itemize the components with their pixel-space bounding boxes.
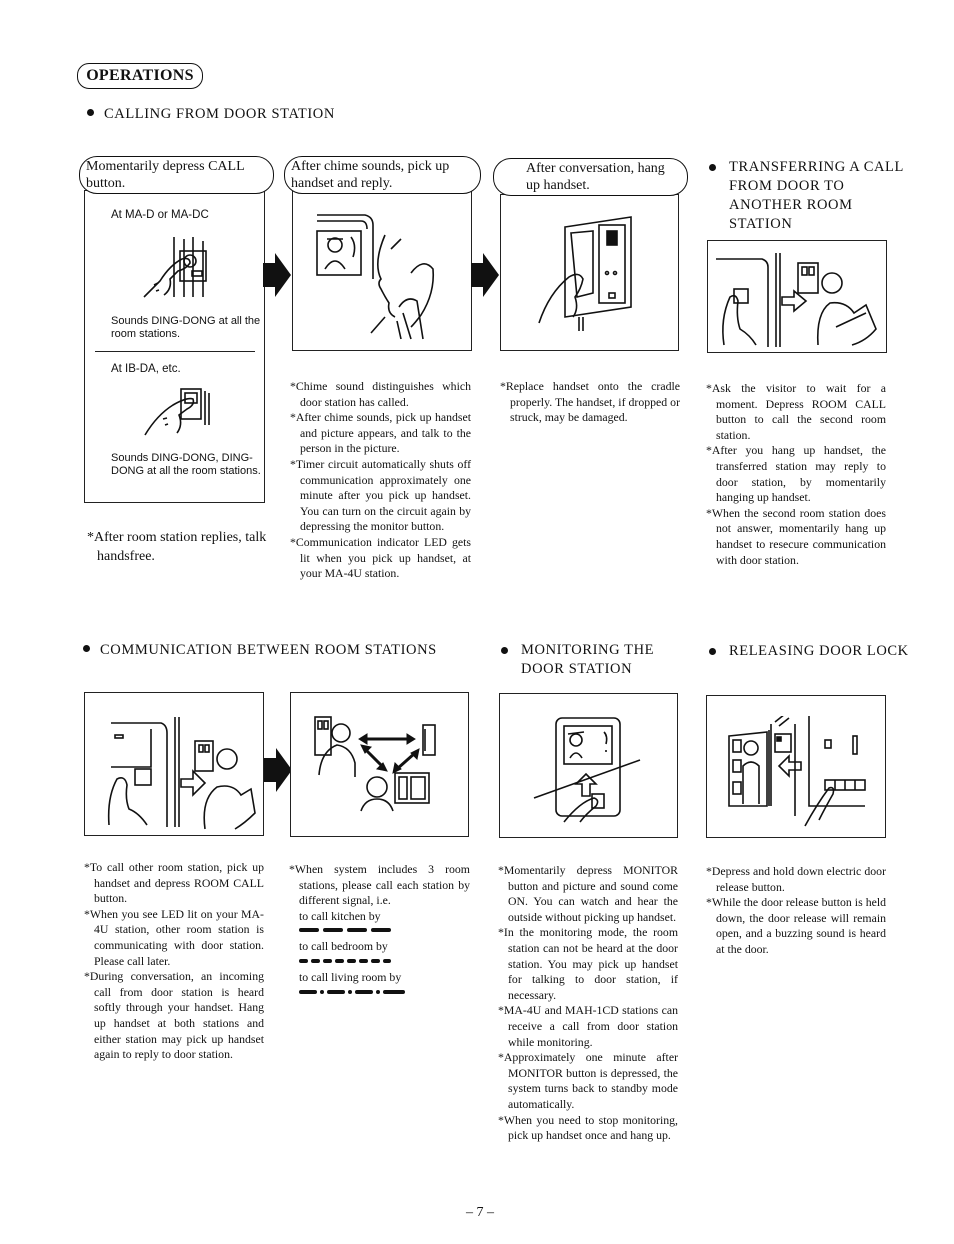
note-item: *Chime sound distinguishes which door st… [290, 379, 471, 409]
room-call-illustration [107, 717, 256, 830]
heading-text: TRANSFERRING A CALL FROM DOOR TO ANOTHER… [729, 159, 904, 232]
releasing-notes: *Depress and hold down electric door rel… [706, 864, 886, 958]
monitoring-panel [499, 693, 678, 838]
section-title: OPERATIONS [77, 63, 203, 89]
heading-text: RELEASING DOOR LOCK [729, 643, 909, 659]
step1-caption: Momentarily depress CALL button. [79, 156, 274, 194]
note-item: *After you hang up handset, the transfer… [706, 443, 886, 505]
note-item: *Communication indicator LED gets lit wh… [290, 534, 471, 581]
press-call-button-illustration [143, 237, 207, 298]
hang-up-handset-illustration [538, 216, 632, 331]
heading-text: MONITORING THE DOOR STATION [521, 642, 655, 677]
bullet-icon [87, 109, 94, 117]
step1-sub2-desc: Sounds DING-DONG, DING-DONG at all the r… [111, 452, 261, 477]
note-item: *To call other room station, pick up han… [84, 860, 264, 906]
transfer-call-illustration [716, 253, 877, 347]
heading-monitoring: MONITORING THE DOOR STATION [501, 641, 701, 679]
step2-caption: After chime sounds, pick up handset and … [284, 156, 481, 194]
note-item: *Momentarily depress MONITOR button and … [498, 863, 678, 924]
transferring-panel [707, 240, 887, 353]
note-item: *After chime sounds, pick up handset and… [290, 410, 471, 456]
note-item: *Depress and hold down electric door rel… [706, 864, 886, 894]
note-item: *During conversation, an incoming call f… [84, 969, 264, 1062]
heading-releasing-door-lock: RELEASING DOOR LOCK [709, 642, 909, 661]
communication-panel-2 [290, 692, 469, 837]
communication-notes-left: *To call other room station, pick up han… [84, 860, 264, 1063]
pick-up-handset-illustration [316, 214, 435, 340]
heading-transferring: TRANSFERRING A CALL FROM DOOR TO ANOTHER… [709, 158, 909, 234]
step1-sub2-label: At IB-DA, etc. [111, 363, 181, 375]
communication-notes-right: *When system includes 3 room stations, p… [289, 862, 470, 1001]
room-to-room-illustration [314, 716, 436, 812]
signal-living-room-pattern [299, 989, 405, 994]
step2-panel [292, 190, 472, 351]
releasing-panel [706, 695, 886, 838]
note-item: *Approximately one minute after MONITOR … [498, 1050, 678, 1111]
step1-note: *After room station replies, talk handsf… [87, 530, 267, 564]
heading-text: CALLING FROM DOOR STATION [104, 106, 335, 122]
note-item: *When the second room station does not a… [706, 505, 886, 567]
step3-notes: *Replace handset onto the cradle properl… [500, 379, 680, 426]
note-item: *MA-4U and MAH-1CD stations can receive … [498, 1003, 678, 1049]
divider [95, 351, 255, 352]
step1-sub1-label: At MA-D or MA-DC [111, 209, 209, 221]
page-number: – 7 – [466, 1205, 494, 1220]
step1-note-text: After room station replies, talk handsfr… [94, 530, 267, 564]
step1-sub1-desc: Sounds DING-DONG at all the room station… [111, 315, 261, 340]
note-item: *When you see LED lit on your MA-4U stat… [84, 906, 264, 968]
note-item: *When you need to stop monitoring, pick … [498, 1112, 678, 1143]
signal-bedroom-label: to call bedroom by [299, 939, 388, 954]
monitor-button-illustration [533, 717, 641, 823]
arrow-right-icon [263, 253, 291, 297]
bullet-icon [501, 647, 508, 654]
heading-communication-between-rooms: COMMUNICATION BETWEEN ROOM STATIONS [83, 641, 437, 660]
door-release-illustration [728, 716, 866, 827]
note-item: *Ask the visitor to wait for a moment. D… [706, 381, 886, 442]
monitoring-notes: *Momentarily depress MONITOR button and … [498, 863, 678, 1144]
note-item: *When system includes 3 room stations, p… [289, 862, 470, 908]
signal-bedroom-pattern [299, 958, 391, 963]
signal-kitchen-pattern [299, 928, 391, 933]
note-item: *In the monitoring mode, the room statio… [498, 925, 678, 1002]
note-item: *While the door release button is held d… [706, 895, 886, 956]
step3-panel [500, 194, 679, 351]
bullet-icon [709, 164, 716, 171]
arrow-right-icon [264, 748, 292, 792]
arrow-right-icon [471, 253, 499, 297]
bullet-icon [709, 648, 716, 655]
press-ib-da-button-illustration [144, 388, 210, 436]
signal-living-room-label: to call living room by [299, 969, 402, 984]
bullet-icon [83, 645, 90, 653]
heading-text: COMMUNICATION BETWEEN ROOM STATIONS [100, 642, 437, 658]
step3-caption: After conversation, hang up handset. [493, 158, 688, 196]
transferring-notes: *Ask the visitor to wait for a moment. D… [706, 381, 886, 568]
communication-panel-1 [84, 692, 264, 836]
note-item: *Timer circuit automatically shuts off c… [290, 456, 471, 534]
note-item: *Replace handset onto the cradle properl… [500, 379, 680, 425]
step1-panel: At MA-D or MA-DC Sounds DING-DONG at all… [84, 190, 265, 503]
signal-kitchen-label: to call kitchen by [299, 908, 381, 923]
heading-calling-from-door-station: CALLING FROM DOOR STATION [87, 105, 335, 124]
step2-notes: *Chime sound distinguishes which door st… [290, 379, 471, 582]
